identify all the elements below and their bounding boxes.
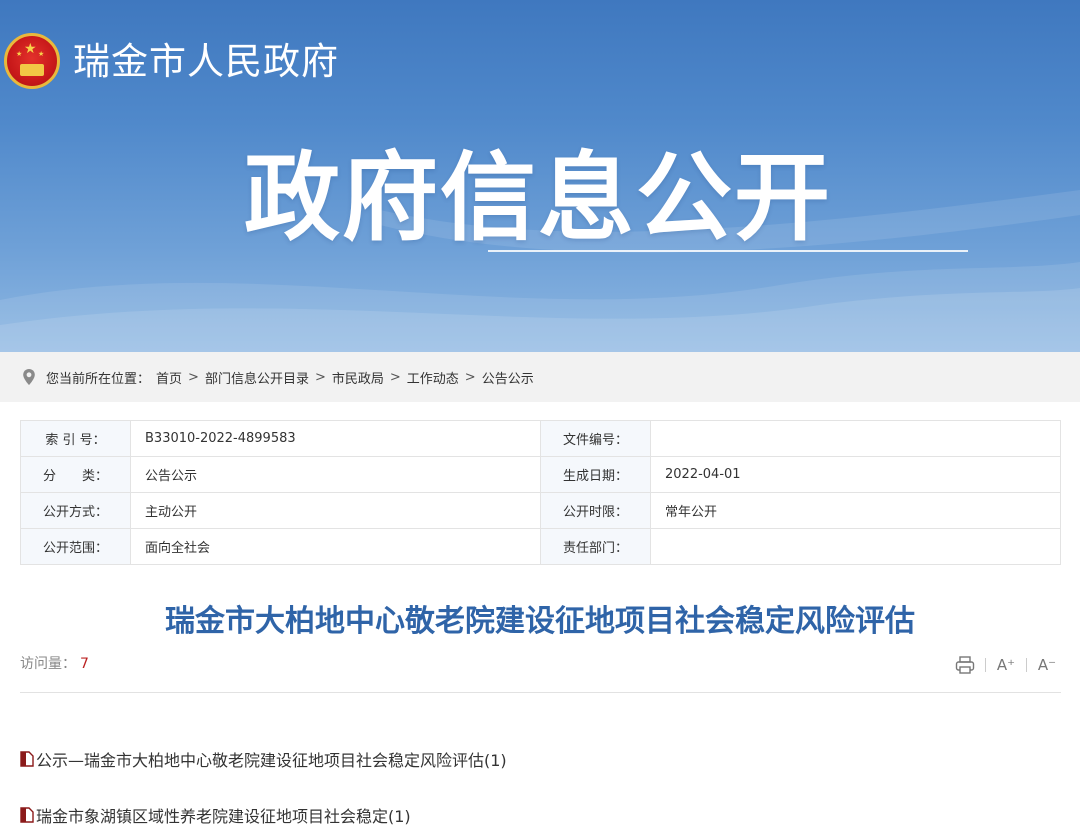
meta-row: 公开范围： 面向全社会 责任部门： <box>20 528 1061 565</box>
visit-count-value: 7 <box>80 656 89 672</box>
emblem-gate-shape <box>20 64 44 76</box>
banner-title-underline <box>488 250 968 252</box>
meta-value-disclosure-scope: 面向全社会 <box>130 528 541 565</box>
emblem-small-star-icon: ★ <box>16 50 23 58</box>
meta-key-responsible-dept: 责任部门： <box>540 528 651 565</box>
attachment-link[interactable]: 瑞金市象湖镇区域性养老院建设征地项目社会稳定(1) <box>20 803 411 825</box>
breadcrumb-separator: > <box>389 369 401 385</box>
decrease-font-size-button[interactable]: A⁻ <box>1036 654 1058 676</box>
emblem-small-star-icon: ★ <box>38 50 45 58</box>
emblem-star-icon: ★ <box>24 41 37 57</box>
meta-key-index-number: 索 引 号： <box>20 420 131 457</box>
meta-key-disclosure-period: 公开时限： <box>540 492 651 529</box>
breadcrumb-item-work-news[interactable]: 工作动态 <box>407 368 459 387</box>
increase-font-size-button[interactable]: A⁺ <box>995 654 1017 676</box>
meta-value-index-number: B33010-2022-4899583 <box>130 420 541 457</box>
visit-count: 访问量： 7 <box>20 653 89 673</box>
breadcrumb-separator: > <box>464 369 476 385</box>
meta-key-disclosure-scope: 公开范围： <box>20 528 131 565</box>
visit-count-label: 访问量： <box>20 656 76 672</box>
banner-title: 政府信息公开 <box>244 142 832 254</box>
site-title[interactable]: 瑞金市人民政府 <box>73 38 339 86</box>
article-toolbar: A⁺ A⁻ <box>954 654 1058 676</box>
meta-value-category: 公告公示 <box>130 456 541 493</box>
meta-key-disclosure-method: 公开方式： <box>20 492 131 529</box>
breadcrumb-item-announcements[interactable]: 公告公示 <box>482 368 534 387</box>
meta-value-disclosure-period: 常年公开 <box>650 492 1061 529</box>
breadcrumb: 您当前所在位置： 首页 > 部门信息公开目录 > 市民政局 > 工作动态 > 公… <box>0 352 1080 402</box>
national-emblem-icon[interactable]: ★ ★ ★ <box>4 33 60 89</box>
breadcrumb-item-home[interactable]: 首页 <box>156 368 182 387</box>
meta-key-created-date: 生成日期： <box>540 456 651 493</box>
meta-value-disclosure-method: 主动公开 <box>130 492 541 529</box>
meta-value-responsible-dept <box>650 528 1061 565</box>
meta-row: 索 引 号： B33010-2022-4899583 文件编号： <box>20 420 1061 457</box>
breadcrumb-separator: > <box>188 369 199 385</box>
meta-row: 公开方式： 主动公开 公开时限： 常年公开 <box>20 492 1061 529</box>
meta-value-created-date: 2022-04-01 <box>650 456 1061 493</box>
toolbar-divider <box>1026 658 1027 672</box>
breadcrumb-item-dept-directory[interactable]: 部门信息公开目录 <box>205 368 309 387</box>
toolbar-divider <box>985 658 986 672</box>
document-meta-table: 索 引 号： B33010-2022-4899583 文件编号： 分 类： 公告… <box>20 420 1061 565</box>
attachment-link-text[interactable]: 公示—瑞金市大柏地中心敬老院建设征地项目社会稳定风险评估(1) <box>36 747 507 771</box>
content-divider <box>20 692 1061 693</box>
print-icon[interactable] <box>954 654 976 676</box>
location-pin-icon <box>20 368 38 386</box>
article-title: 瑞金市大柏地中心敬老院建设征地项目社会稳定风险评估 <box>165 604 915 639</box>
header-banner: ★ ★ ★ 瑞金市人民政府 政府信息公开 <box>0 0 1080 352</box>
document-icon <box>20 807 34 823</box>
attachment-link[interactable]: 公示—瑞金市大柏地中心敬老院建设征地项目社会稳定风险评估(1) <box>20 747 507 771</box>
meta-value-document-number <box>650 420 1061 457</box>
breadcrumb-label: 您当前所在位置： <box>46 371 151 387</box>
meta-key-category: 分 类： <box>20 456 131 493</box>
breadcrumb-item-civil-affairs[interactable]: 市民政局 <box>332 368 384 387</box>
breadcrumb-separator: > <box>314 369 326 385</box>
meta-key-document-number: 文件编号： <box>540 420 651 457</box>
attachment-link-text[interactable]: 瑞金市象湖镇区域性养老院建设征地项目社会稳定(1) <box>36 803 411 825</box>
meta-row: 分 类： 公告公示 生成日期： 2022-04-01 <box>20 456 1061 493</box>
document-icon <box>20 751 34 767</box>
